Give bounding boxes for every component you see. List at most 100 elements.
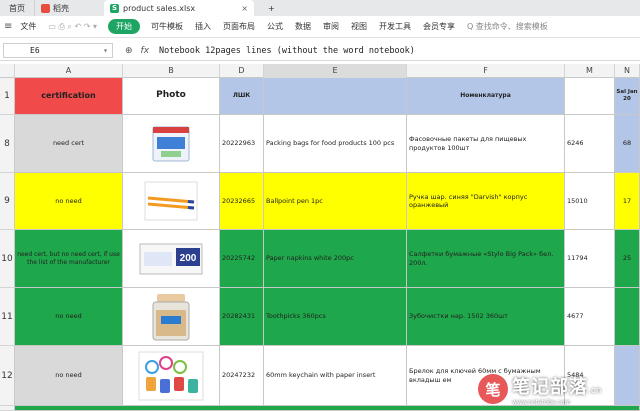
formula-bar: E6 ▾ ⊕ fx Notebook 12pages lines (withou… bbox=[0, 41, 640, 61]
cell-m-value[interactable]: 4677 bbox=[565, 288, 615, 346]
header-sales-january[interactable]: Sal Jan 20 bbox=[615, 78, 640, 115]
zoom-icon[interactable]: ⊕ bbox=[125, 46, 133, 56]
cell-nomenclature[interactable]: Ручка шар. синяя "Darvish" корпус оранже… bbox=[407, 173, 565, 230]
cell-english-name[interactable]: Packing bags for food products 100 pcs bbox=[264, 115, 407, 173]
header-nomenclature[interactable]: Номенклатура bbox=[407, 78, 565, 115]
header-m[interactable] bbox=[565, 78, 615, 115]
cell-n-value[interactable]: 17 bbox=[615, 173, 640, 230]
cell-photo[interactable] bbox=[123, 346, 220, 406]
row-header[interactable]: 8 bbox=[0, 115, 15, 173]
column-header-m[interactable]: M bbox=[565, 64, 615, 78]
spreadsheet-file-icon: S bbox=[110, 3, 119, 13]
watermark-logo-glyph: 笔 bbox=[485, 380, 501, 399]
column-header-f[interactable]: F bbox=[407, 64, 565, 78]
cell-code[interactable]: 20222963 bbox=[220, 115, 264, 173]
tab-product-sales[interactable]: S product sales.xlsx × bbox=[104, 0, 254, 16]
column-header-a[interactable]: A bbox=[15, 64, 123, 78]
cell-m-value[interactable]: 6246 bbox=[565, 115, 615, 173]
menu-developer[interactable]: 开发工具 bbox=[373, 21, 417, 32]
header-code[interactable]: ЛШК bbox=[220, 78, 264, 115]
watermark-title: 笔记部落 bbox=[512, 376, 588, 398]
cell-m-value[interactable]: 15010 bbox=[565, 173, 615, 230]
menu-data[interactable]: 数据 bbox=[289, 21, 317, 32]
row-header[interactable]: 10 bbox=[0, 230, 15, 288]
column-header-e[interactable]: E bbox=[264, 64, 407, 78]
cell-certification[interactable]: no need bbox=[15, 288, 123, 346]
napkins-photo: 200 bbox=[139, 243, 203, 274]
cell-photo[interactable]: 200 bbox=[123, 230, 220, 288]
cell-english-name[interactable]: Toothpicks 360pcs bbox=[264, 288, 407, 346]
toolbar-quick-icons[interactable]: ▭ ⎙ ⌕ ↶ ↷ ▾ bbox=[42, 22, 103, 32]
tab-product-sales-label: product sales.xlsx bbox=[123, 3, 196, 13]
row-header[interactable]: 12 bbox=[0, 346, 15, 406]
napkin-pack-label: 200 bbox=[180, 253, 197, 264]
column-header-n[interactable]: N bbox=[615, 64, 640, 78]
command-search-label: Q 查找命令、搜索模板 bbox=[466, 22, 548, 31]
command-search[interactable]: Q 查找命令、搜索模板 bbox=[467, 21, 548, 32]
row-header[interactable]: 11 bbox=[0, 288, 15, 346]
header-certification[interactable]: certification bbox=[15, 78, 123, 115]
new-tab-button[interactable]: + bbox=[254, 0, 281, 16]
cell-nomenclature[interactable]: Зубочистки нар. 1502 360шт bbox=[407, 288, 565, 346]
cell-photo[interactable] bbox=[123, 173, 220, 230]
cell-certification[interactable]: need cert, but no need cert, if use the … bbox=[15, 230, 123, 288]
cell-certification[interactable]: no need bbox=[15, 173, 123, 230]
cell-code[interactable]: 20282431 bbox=[220, 288, 264, 346]
cell-certification[interactable]: no need bbox=[15, 346, 123, 406]
menu-templates[interactable]: 可牛模板 bbox=[145, 21, 189, 32]
select-all-corner[interactable] bbox=[0, 64, 15, 78]
cell-photo[interactable] bbox=[123, 288, 220, 346]
menu-formulas[interactable]: 公式 bbox=[261, 21, 289, 32]
cell-certification[interactable]: need cert bbox=[15, 115, 123, 173]
hamburger-icon[interactable]: ≡ bbox=[4, 21, 12, 32]
plus-icon: + bbox=[268, 3, 275, 13]
cell-nomenclature[interactable]: Фасовочные пакеты для пищевых продуктов … bbox=[407, 115, 565, 173]
menu-bar: ≡ 文件 ▭ ⎙ ⌕ ↶ ↷ ▾ 开始 可牛模板 插入 页面布局 公式 数据 审… bbox=[0, 16, 640, 38]
cell-code[interactable]: 20247232 bbox=[220, 346, 264, 406]
watermark-text: 笔记部落.cn www.notetribe.com bbox=[512, 373, 602, 406]
header-photo[interactable]: Photo bbox=[123, 78, 220, 115]
menu-member[interactable]: 会员专享 bbox=[417, 21, 461, 32]
menu-review[interactable]: 审阅 bbox=[317, 21, 345, 32]
cell-m-value[interactable]: 11794 bbox=[565, 230, 615, 288]
menu-view[interactable]: 视图 bbox=[345, 21, 373, 32]
name-box[interactable]: E6 ▾ bbox=[3, 43, 113, 58]
tab-docer-label: 稻壳 bbox=[53, 3, 69, 13]
close-tab-icon[interactable]: × bbox=[241, 4, 248, 13]
site-watermark: 笔 笔记部落.cn www.notetribe.com bbox=[478, 368, 638, 410]
chevron-down-icon: ▾ bbox=[103, 46, 108, 55]
cell-english-name[interactable]: 60mm keychain with paper insert bbox=[264, 346, 407, 406]
toothpicks-photo bbox=[152, 293, 190, 340]
tab-home-label: 首页 bbox=[9, 3, 25, 13]
cell-nomenclature[interactable]: Салфетки бумажные «Stylo Big Pack» бел. … bbox=[407, 230, 565, 288]
menu-page-layout[interactable]: 页面布局 bbox=[217, 21, 261, 32]
header-english-name[interactable] bbox=[264, 78, 407, 115]
cell-n-value[interactable]: 68 bbox=[615, 115, 640, 173]
column-header-d[interactable]: D bbox=[220, 64, 264, 78]
row-header[interactable]: 1 bbox=[0, 78, 15, 115]
menu-insert[interactable]: 插入 bbox=[189, 21, 217, 32]
bags-photo bbox=[152, 126, 190, 161]
cell-n-value[interactable]: 25 bbox=[615, 230, 640, 288]
keychain-photo bbox=[138, 351, 204, 400]
row-header[interactable] bbox=[0, 406, 15, 411]
formula-input[interactable]: Notebook 12pages lines (without the word… bbox=[159, 46, 415, 56]
tab-bar: 首页 稻壳 S product sales.xlsx × + bbox=[0, 0, 640, 16]
column-headers: A B D E F M N bbox=[0, 64, 640, 78]
tab-docer[interactable]: 稻壳 bbox=[34, 0, 104, 16]
cell-code[interactable]: 20232665 bbox=[220, 173, 264, 230]
row-header[interactable]: 9 bbox=[0, 173, 15, 230]
watermark-url: www.notetribe.com bbox=[512, 398, 571, 406]
tab-home[interactable]: 首页 bbox=[0, 0, 34, 16]
cell-code[interactable]: 20225742 bbox=[220, 230, 264, 288]
cell-photo[interactable] bbox=[123, 115, 220, 173]
fx-icon[interactable]: fx bbox=[141, 46, 150, 56]
menu-file[interactable]: 文件 bbox=[14, 21, 42, 32]
column-header-b[interactable]: B bbox=[123, 64, 220, 78]
watermark-suffix: .cn bbox=[588, 385, 602, 396]
cell-english-name[interactable]: Paper napkins white 200pc bbox=[264, 230, 407, 288]
cell-english-name[interactable]: Ballpoint pen 1pc bbox=[264, 173, 407, 230]
watermark-logo-icon: 笔 bbox=[478, 374, 508, 404]
cell-n-value[interactable] bbox=[615, 288, 640, 346]
menu-start-button[interactable]: 开始 bbox=[107, 19, 140, 34]
